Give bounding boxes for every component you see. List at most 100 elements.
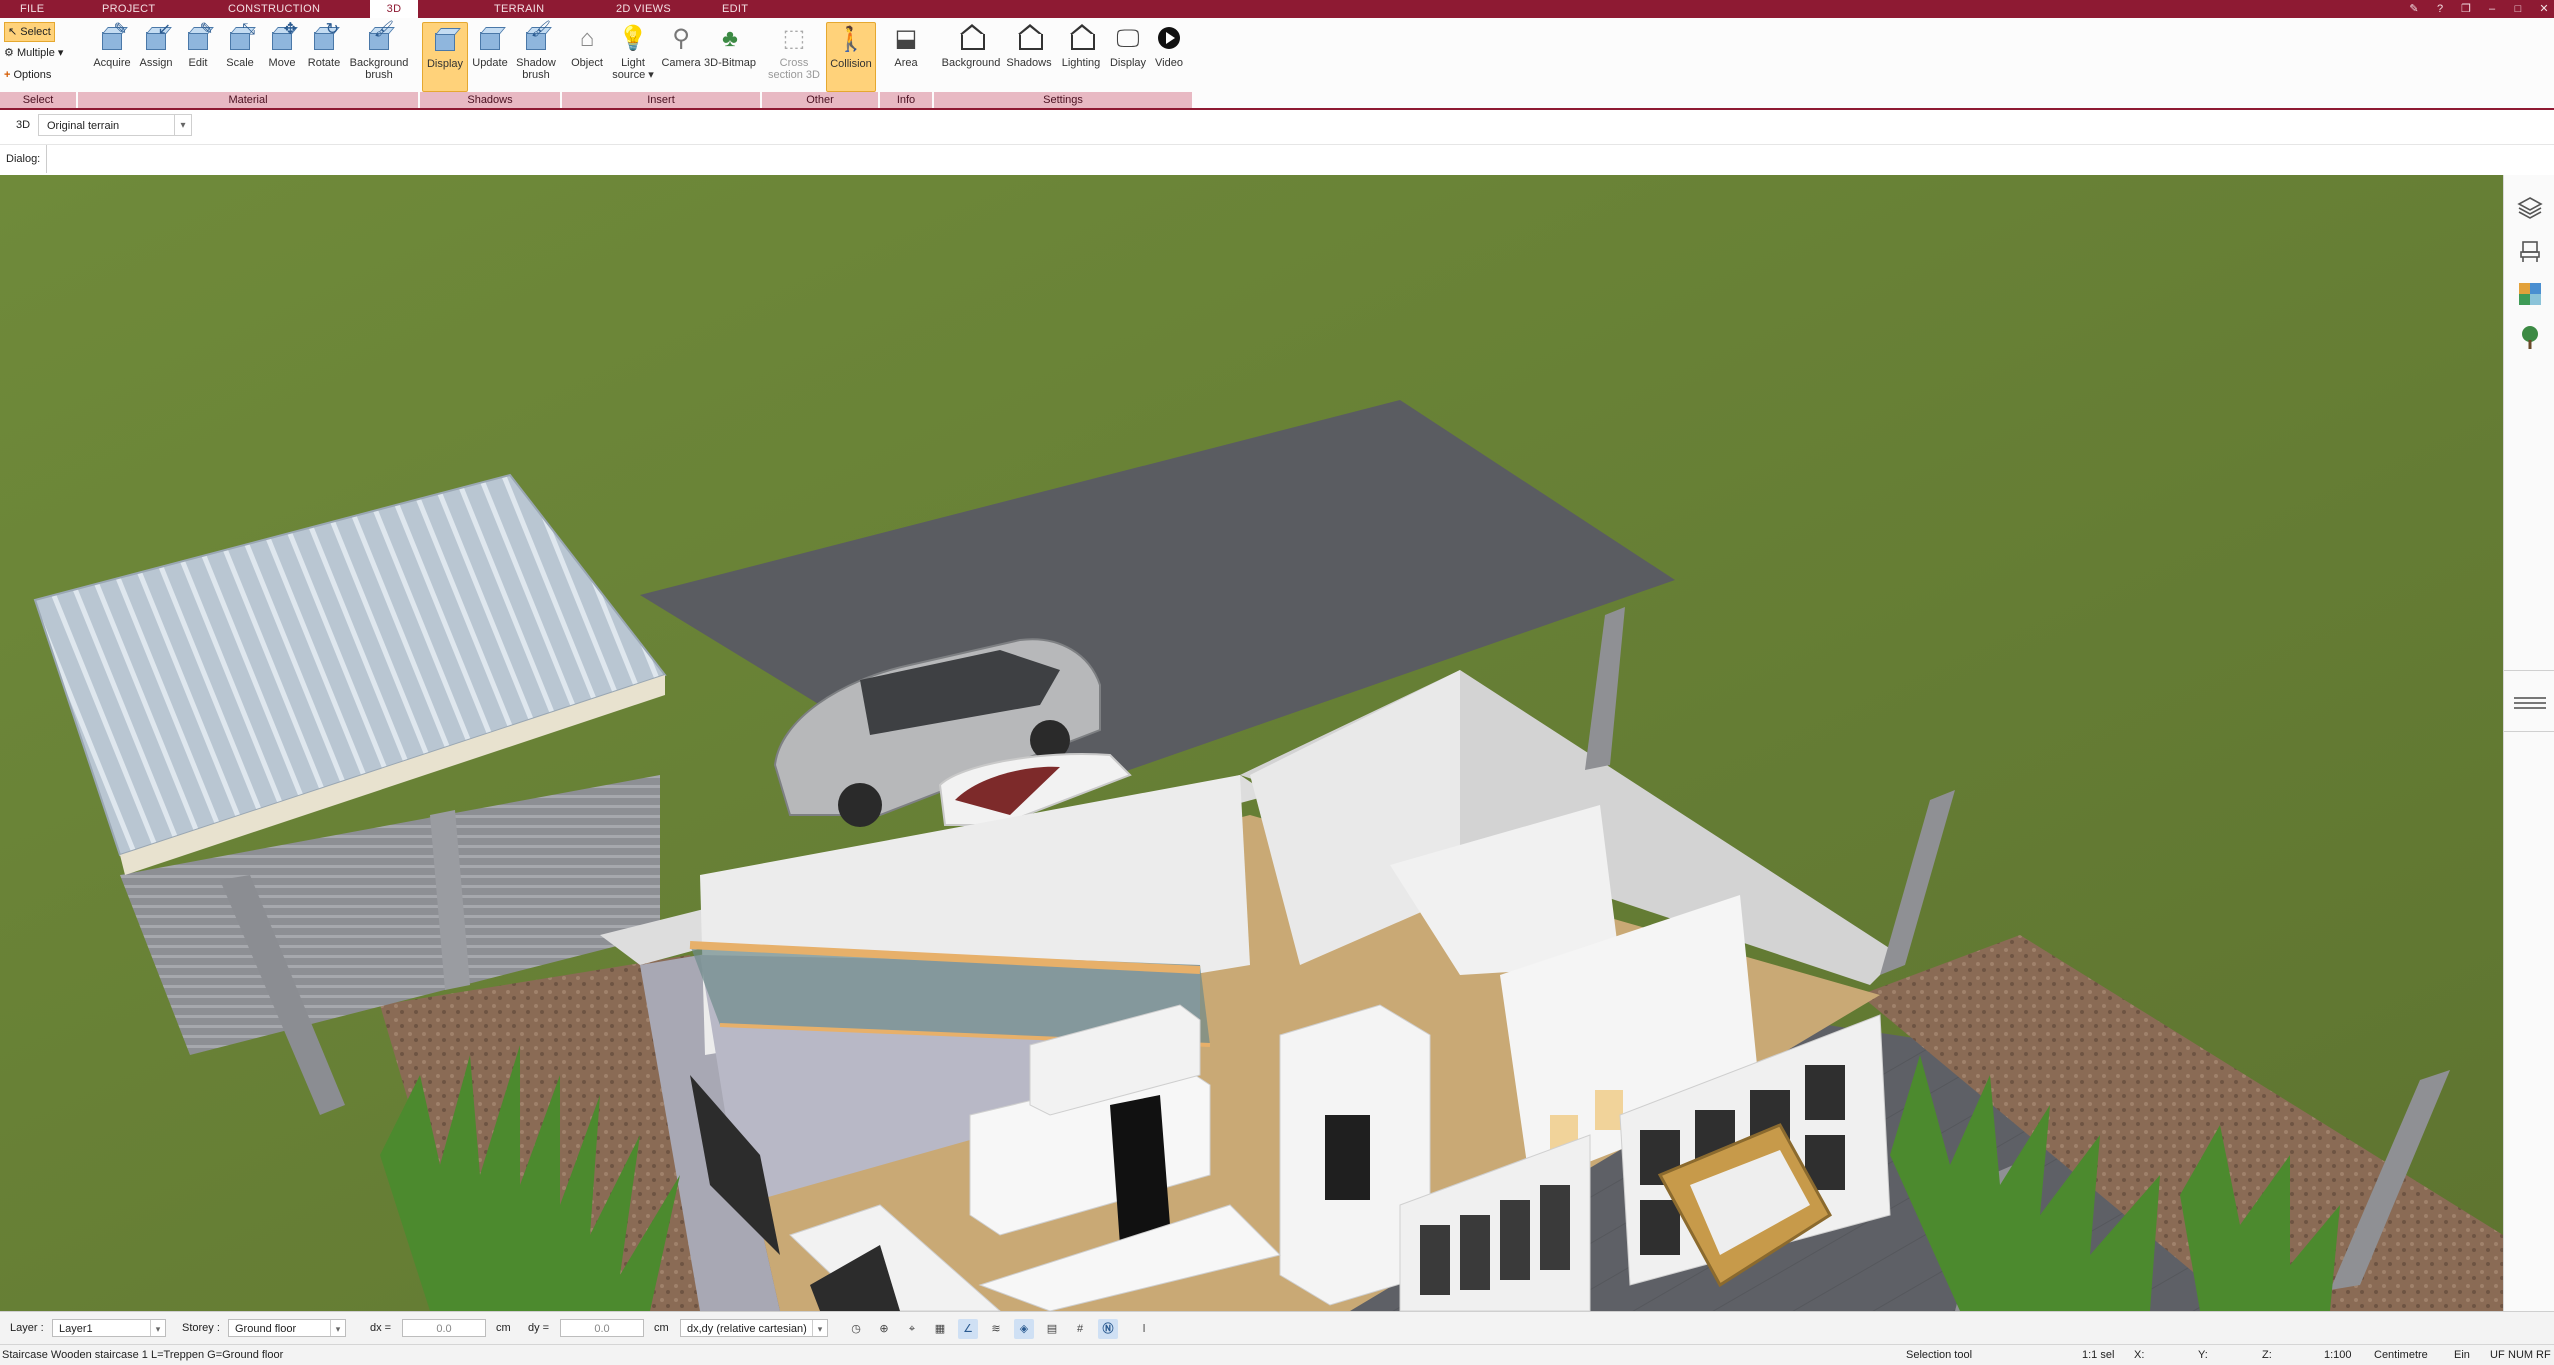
assign-icon: ↙ <box>141 22 171 54</box>
dialog-label: Dialog: <box>6 145 48 173</box>
chevron-down-icon: ▾ <box>150 1320 165 1336</box>
ortho-icon[interactable]: ⌖ <box>902 1319 922 1339</box>
y-coordinate-label: Y: <box>2198 1349 2208 1361</box>
group-label-material: Material <box>78 92 418 108</box>
snap-icon[interactable]: ⊕ <box>874 1319 894 1339</box>
display-shadow-icon <box>430 25 460 55</box>
help-icon[interactable]: ? <box>2434 3 2446 15</box>
settings-group: Background Shadows Lighting 🖵 Display Vi… <box>934 18 1192 108</box>
minimize-icon[interactable]: – <box>2486 3 2498 15</box>
tab-construction[interactable]: CONSTRUCTION <box>218 0 330 18</box>
status-bar-info: Staircase Wooden staircase 1 L=Treppen G… <box>0 1344 2554 1365</box>
chevron-down-icon: ▾ <box>330 1320 345 1336</box>
background-brush-button[interactable]: 🖌 Background brush <box>346 22 412 90</box>
background-settings-button[interactable]: Background <box>940 22 1002 90</box>
display-settings-button[interactable]: 🖵 Display <box>1106 22 1150 90</box>
options-button[interactable]: + Options <box>4 66 51 84</box>
window-restore-icon[interactable]: ❐ <box>2460 3 2472 15</box>
tab-project[interactable]: PROJECT <box>92 0 165 18</box>
chevron-down-icon: ▾ <box>174 115 191 135</box>
unit-value: Centimetre <box>2374 1349 2428 1361</box>
grid-snap-icon[interactable]: ▦ <box>930 1319 950 1339</box>
rail-panel-grip[interactable] <box>2504 670 2554 732</box>
other-group: ⬚ Cross section 3D 🚶 Collision Other <box>762 18 878 108</box>
layers-icon[interactable] <box>2517 195 2543 221</box>
cross-section-icon: ⬚ <box>782 25 806 52</box>
3d-scene <box>0 175 2503 1311</box>
info-marker-icon[interactable]: ǀ <box>1134 1319 1154 1339</box>
3d-bitmap-button[interactable]: ♣ 3D-Bitmap <box>702 22 758 90</box>
acquire-icon: ✎ <box>97 22 127 54</box>
north-icon[interactable]: Ⓝ <box>1098 1319 1118 1339</box>
collision-button[interactable]: 🚶 Collision <box>826 22 876 92</box>
maximize-icon[interactable]: □ <box>2512 3 2524 15</box>
selection-count: 1:1 sel <box>2082 1349 2115 1361</box>
dy-input[interactable]: 0.0 <box>560 1319 644 1337</box>
tab-3d[interactable]: 3D <box>370 0 418 20</box>
assign-button[interactable]: ↙ Assign <box>136 22 176 90</box>
area-icon: ⬓ <box>894 25 918 52</box>
shadows-house-icon <box>1014 24 1044 54</box>
angle-snap-icon[interactable]: ∠ <box>958 1319 978 1339</box>
update-shadows-button[interactable]: Update <box>468 22 512 90</box>
3d-viewport[interactable] <box>0 175 2503 1311</box>
scale-value: 1:100 <box>2324 1349 2352 1361</box>
tools-icon[interactable]: ✎ <box>2408 3 2420 15</box>
shadow-brush-icon: 🖌 <box>521 22 551 54</box>
area-button[interactable]: ⬓ Area <box>884 22 928 90</box>
rf-indicator: RF <box>2536 1349 2551 1361</box>
group-label-settings: Settings <box>934 92 1192 108</box>
tab-file[interactable]: FILE <box>10 0 54 18</box>
dx-label: dx = <box>370 1322 392 1334</box>
update-shadow-icon <box>475 24 505 54</box>
selected-object-info: Staircase Wooden staircase 1 L=Treppen G… <box>2 1349 284 1361</box>
coordinate-mode-select[interactable]: dx,dy (relative cartesian) ▾ <box>680 1319 828 1337</box>
storey-select[interactable]: Ground floor ▾ <box>228 1319 346 1337</box>
lighting-settings-button[interactable]: Lighting <box>1056 22 1106 90</box>
status-bar-fields: Layer : Layer1 ▾ Storey : Ground floor ▾… <box>0 1311 2554 1344</box>
display-shadows-button[interactable]: Display <box>422 22 468 92</box>
clock-icon[interactable]: ◷ <box>846 1319 866 1339</box>
collision-person-icon: 🚶 <box>836 26 866 53</box>
select-group: ↖ Select ⚙ Multiple ▾ + Options Select <box>0 18 76 108</box>
dx-input[interactable]: 0.0 <box>402 1319 486 1337</box>
storey-label: Storey : <box>182 1322 220 1334</box>
cross-section-3d-button[interactable]: ⬚ Cross section 3D <box>766 22 822 90</box>
move-button[interactable]: ✥ Move <box>262 22 302 90</box>
tree-icon[interactable] <box>2517 324 2543 350</box>
edit-material-button[interactable]: ✎ Edit <box>178 22 218 90</box>
camera-button[interactable]: ⚲ Camera <box>658 22 704 90</box>
scale-button[interactable]: ⤡ Scale <box>220 22 260 90</box>
brush-icon: 🖌 <box>364 22 394 54</box>
tab-edit[interactable]: EDIT <box>712 0 758 18</box>
close-icon[interactable]: ✕ <box>2538 3 2550 15</box>
layer-select[interactable]: Layer1 ▾ <box>52 1319 166 1337</box>
select-button[interactable]: ↖ Select <box>4 22 55 42</box>
tab-terrain[interactable]: TERRAIN <box>484 0 554 18</box>
layer-visibility-icon[interactable]: ◈ <box>1014 1319 1034 1339</box>
ein-indicator: Ein <box>2454 1349 2470 1361</box>
scale-icon: ⤡ <box>225 22 255 54</box>
tab-2d-views[interactable]: 2D VIEWS <box>606 0 681 18</box>
shadow-brush-button[interactable]: 🖌 Shadow brush <box>514 22 558 90</box>
material-palette-icon[interactable] <box>2517 281 2543 307</box>
table-icon[interactable]: ▤ <box>1042 1319 1062 1339</box>
group-label-select: Select <box>0 92 76 108</box>
move-icon: ✥ <box>267 22 297 54</box>
insert-object-button[interactable]: ⌂ Object <box>566 22 608 90</box>
uf-indicator: UF <box>2490 1349 2505 1361</box>
acquire-button[interactable]: ✎ Acquire <box>92 22 132 90</box>
light-source-button[interactable]: 💡 Light source ▾ <box>610 22 656 90</box>
shadows-settings-button[interactable]: Shadows <box>1004 22 1054 90</box>
camera-icon: ⚲ <box>672 25 690 52</box>
cursor-icon: ↖ <box>8 26 18 38</box>
guide-icon[interactable]: ≋ <box>986 1319 1006 1339</box>
x-coordinate-label: X: <box>2134 1349 2145 1361</box>
grid-icon[interactable]: # <box>1070 1319 1090 1339</box>
terrain-select[interactable]: Original terrain ▾ <box>38 114 192 136</box>
multiple-dropdown[interactable]: ⚙ Multiple ▾ <box>4 44 63 62</box>
edit-material-icon: ✎ <box>183 22 213 54</box>
rotate-button[interactable]: ↻ Rotate <box>304 22 344 90</box>
video-button[interactable]: Video <box>1150 22 1188 90</box>
chair-icon[interactable] <box>2517 238 2543 264</box>
